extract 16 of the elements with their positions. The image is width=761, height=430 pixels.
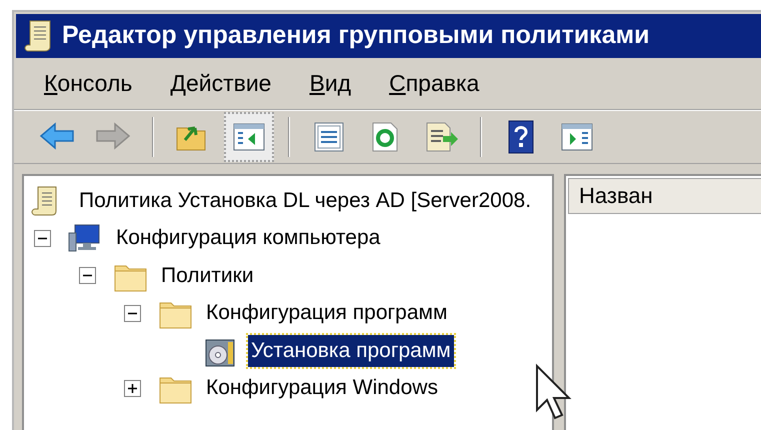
menu-item[interactable]: Действие bbox=[170, 66, 272, 101]
menu-item[interactable]: Вид bbox=[309, 66, 352, 101]
tree-item[interactable]: Политика Установка DL через AD [Server2008. bbox=[76, 184, 534, 217]
tree-item[interactable]: Конфигурация компьютера bbox=[113, 222, 384, 254]
collapse-toggle-icon[interactable] bbox=[124, 304, 141, 322]
collapse-toggle-icon[interactable] bbox=[79, 267, 96, 284]
menu-item[interactable]: Справка bbox=[389, 66, 480, 101]
collapse-toggle-icon[interactable] bbox=[34, 230, 51, 247]
window-title: Редактор управления групповыми политиками bbox=[62, 20, 650, 52]
column-header[interactable]: Назван bbox=[568, 178, 761, 214]
tree-item[interactable]: Политики bbox=[158, 260, 257, 292]
tree-item[interactable]: Установка программ bbox=[248, 334, 454, 367]
tree-item[interactable]: Конфигурация программ bbox=[203, 297, 450, 330]
tree-item[interactable]: Конфигурация Windows bbox=[203, 372, 441, 404]
menu-item[interactable]: Консоль bbox=[44, 66, 132, 101]
expand-toggle-icon[interactable] bbox=[124, 380, 141, 397]
